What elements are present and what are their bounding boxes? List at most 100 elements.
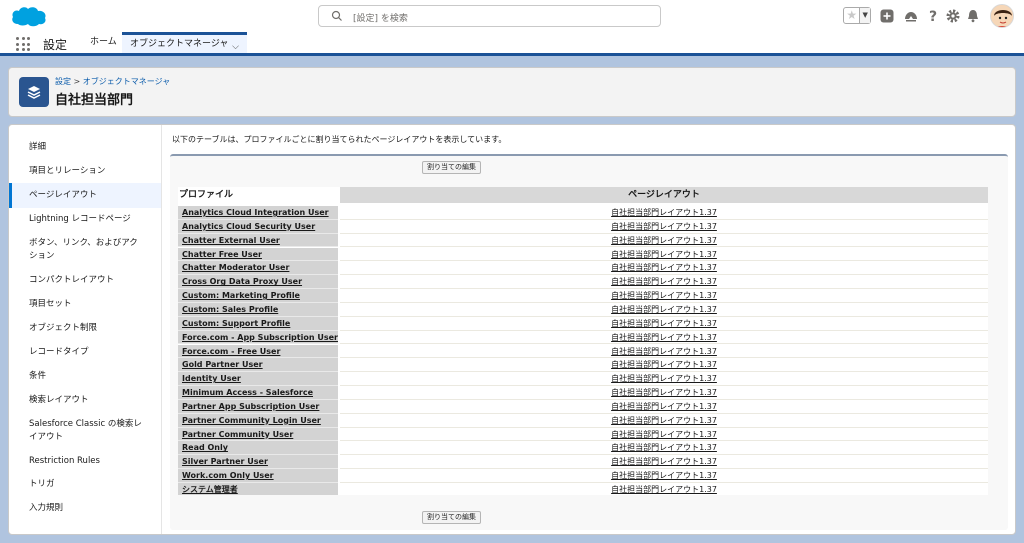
sidebar-item-record-types[interactable]: レコードタイプ <box>9 346 161 359</box>
table-row: Force.com - Free User 自社担当部門レイアウト1.37 <box>178 344 988 359</box>
profile-link[interactable]: Custom: Support Profile <box>178 316 338 331</box>
page-layout-link[interactable]: 自社担当部門レイアウト1.37 <box>340 330 988 345</box>
profile-link[interactable]: Work.com Only User <box>178 469 338 483</box>
sidebar-item-search-layouts[interactable]: 検索レイアウト <box>9 394 161 407</box>
profile-link[interactable]: Minimum Access - Salesforce <box>178 386 338 400</box>
page-layout-link[interactable]: 自社担当部門レイアウト1.37 <box>340 399 988 414</box>
profile-link[interactable]: システム管理者 <box>178 483 338 495</box>
table-row: Cross Org Data Proxy User 自社担当部門レイアウト1.37 <box>178 275 988 290</box>
page-layout-link[interactable]: 自社担当部門レイアウト1.37 <box>340 372 988 386</box>
edit-assignment-button-bottom[interactable]: 割り当ての編集 <box>422 511 481 524</box>
page-layout-link[interactable]: 自社担当部門レイアウト1.37 <box>340 289 988 303</box>
sidebar-item-validation-rules[interactable]: 入力規則 <box>9 502 161 515</box>
global-search-box[interactable]: [設定] を検索 <box>318 5 661 27</box>
page-title: 自社担当部門 <box>55 93 134 108</box>
salesforce-cloud-logo[interactable] <box>10 4 48 28</box>
avatar-image <box>991 5 1013 27</box>
profile-link[interactable]: Partner App Subscription User <box>178 399 338 414</box>
page-layout-link[interactable]: 自社担当部門レイアウト1.37 <box>340 483 988 495</box>
sidebar-item-field-sets[interactable]: 項目セット <box>9 298 161 311</box>
app-launcher-icon[interactable] <box>16 37 30 51</box>
sidebar-item-page-layouts[interactable]: ページレイアウト <box>9 183 161 208</box>
profile-link[interactable]: Analytics Cloud Integration User <box>178 206 338 220</box>
sidebar-item-object-limits[interactable]: オブジェクト制限 <box>9 322 161 335</box>
table-row: Work.com Only User 自社担当部門レイアウト1.37 <box>178 469 988 483</box>
avatar[interactable] <box>990 4 1014 28</box>
trailhead-icon[interactable] <box>903 8 919 24</box>
main-card: 詳細 項目とリレーション ページレイアウト Lightning レコードページ … <box>8 124 1016 535</box>
tab-object-manager-label: オブジェクトマネージャ <box>130 39 229 49</box>
profile-link[interactable]: Chatter Moderator User <box>178 261 338 276</box>
global-header: [設定] を検索 ★ ▼ ? <box>0 0 1024 32</box>
page-layout-link[interactable]: 自社担当部門レイアウト1.37 <box>340 206 988 220</box>
sidebar-item-restriction-rules[interactable]: Restriction Rules <box>9 455 161 468</box>
table-row: Analytics Cloud Security User 自社担当部門レイアウト… <box>178 219 988 234</box>
breadcrumb-separator: > <box>73 77 81 86</box>
chevron-down-icon[interactable]: ⌵ <box>232 38 239 56</box>
profile-link[interactable]: Partner Community Login User <box>178 413 338 428</box>
object-sidebar: 詳細 項目とリレーション ページレイアウト Lightning レコードページ … <box>9 125 162 534</box>
table-row: Chatter Moderator User 自社担当部門レイアウト1.37 <box>178 261 988 276</box>
profile-link[interactable]: Analytics Cloud Security User <box>178 219 338 234</box>
page-layout-link[interactable]: 自社担当部門レイアウト1.37 <box>340 358 988 373</box>
layout-assignment-table[interactable]: プロファイル ページレイアウト Analytics Cloud Integrat… <box>178 187 988 495</box>
sidebar-item-compact-layouts[interactable]: コンパクトレイアウト <box>9 274 161 287</box>
breadcrumb-setup-link[interactable]: 設定 <box>55 77 71 86</box>
page-layout-link[interactable]: 自社担当部門レイアウト1.37 <box>340 455 988 470</box>
page-layout-link[interactable]: 自社担当部門レイアウト1.37 <box>340 233 988 248</box>
page-layout-link[interactable]: 自社担当部門レイアウト1.37 <box>340 275 988 290</box>
gear-icon[interactable] <box>945 8 961 24</box>
table-row: Force.com - App Subscription User 自社担当部門レ… <box>178 330 988 345</box>
search-placeholder: [設定] を検索 <box>353 14 408 24</box>
sidebar-item-triggers[interactable]: トリガ <box>9 478 161 491</box>
breadcrumb-object-manager-link[interactable]: オブジェクトマネージャ <box>83 77 170 86</box>
table-row: Partner Community Login User 自社担当部門レイアウト1… <box>178 413 988 428</box>
page-layout-link[interactable]: 自社担当部門レイアウト1.37 <box>340 386 988 400</box>
table-row: Silver Partner User 自社担当部門レイアウト1.37 <box>178 455 988 470</box>
profile-link[interactable]: Silver Partner User <box>178 455 338 470</box>
table-row: Custom: Marketing Profile 自社担当部門レイアウト1.37 <box>178 289 988 303</box>
profile-link[interactable]: Identity User <box>178 372 338 386</box>
profile-link[interactable]: Chatter Free User <box>178 247 338 262</box>
sidebar-item-lightning-record-pages[interactable]: Lightning レコードページ <box>9 213 161 226</box>
table-row: Partner Community User 自社担当部門レイアウト1.37 <box>178 427 988 442</box>
profile-link[interactable]: Custom: Marketing Profile <box>178 289 338 303</box>
sidebar-item-fields-relationships[interactable]: 項目とリレーション <box>9 165 161 178</box>
profile-link[interactable]: Read Only <box>178 441 338 456</box>
sidebar-item-classic-search-layouts[interactable]: Salesforce Classic の検索レイアウト <box>9 418 144 444</box>
table-row: Chatter External User 自社担当部門レイアウト1.37 <box>178 233 988 248</box>
table-row: Identity User 自社担当部門レイアウト1.37 <box>178 372 988 386</box>
tab-object-manager[interactable]: オブジェクトマネージャ ⌵ <box>122 32 247 53</box>
assignment-panel: 割り当ての編集 プロファイル ページレイアウト Analytics Cloud … <box>170 154 1008 530</box>
add-icon[interactable] <box>879 8 895 24</box>
page-layout-link[interactable]: 自社担当部門レイアウト1.37 <box>340 413 988 428</box>
page-layout-link[interactable]: 自社担当部門レイアウト1.37 <box>340 427 988 442</box>
page-layout-link[interactable]: 自社担当部門レイアウト1.37 <box>340 219 988 234</box>
profile-link[interactable]: Chatter External User <box>178 233 338 248</box>
page-layout-link[interactable]: 自社担当部門レイアウト1.37 <box>340 441 988 456</box>
sidebar-item-buttons-links-actions[interactable]: ボタン、リンク、およびアクション <box>9 237 144 263</box>
profile-link[interactable]: Gold Partner User <box>178 358 338 373</box>
bell-icon[interactable] <box>965 8 981 24</box>
profile-link[interactable]: Custom: Sales Profile <box>178 302 338 317</box>
sidebar-item-details[interactable]: 詳細 <box>9 141 161 154</box>
star-icon[interactable]: ★ <box>844 8 859 23</box>
profile-link[interactable]: Force.com - Free User <box>178 344 338 359</box>
column-header-profile: プロファイル <box>179 190 234 200</box>
sidebar-item-conditions[interactable]: 条件 <box>9 370 161 383</box>
page-layout-link[interactable]: 自社担当部門レイアウト1.37 <box>340 316 988 331</box>
favorites-button[interactable]: ★ ▼ <box>843 7 871 24</box>
page-layout-link[interactable]: 自社担当部門レイアウト1.37 <box>340 261 988 276</box>
layers-icon <box>19 77 49 107</box>
page-layout-link[interactable]: 自社担当部門レイアウト1.37 <box>340 247 988 262</box>
tab-home[interactable]: ホーム <box>82 32 125 53</box>
help-icon[interactable]: ? <box>925 8 941 24</box>
profile-link[interactable]: Cross Org Data Proxy User <box>178 275 338 290</box>
page-layout-link[interactable]: 自社担当部門レイアウト1.37 <box>340 344 988 359</box>
edit-assignment-button[interactable]: 割り当ての編集 <box>422 161 481 174</box>
page-layout-link[interactable]: 自社担当部門レイアウト1.37 <box>340 302 988 317</box>
profile-link[interactable]: Force.com - App Subscription User <box>178 330 338 345</box>
profile-link[interactable]: Partner Community User <box>178 427 338 442</box>
chevron-down-icon[interactable]: ▼ <box>859 8 870 23</box>
page-layout-link[interactable]: 自社担当部門レイアウト1.37 <box>340 469 988 483</box>
